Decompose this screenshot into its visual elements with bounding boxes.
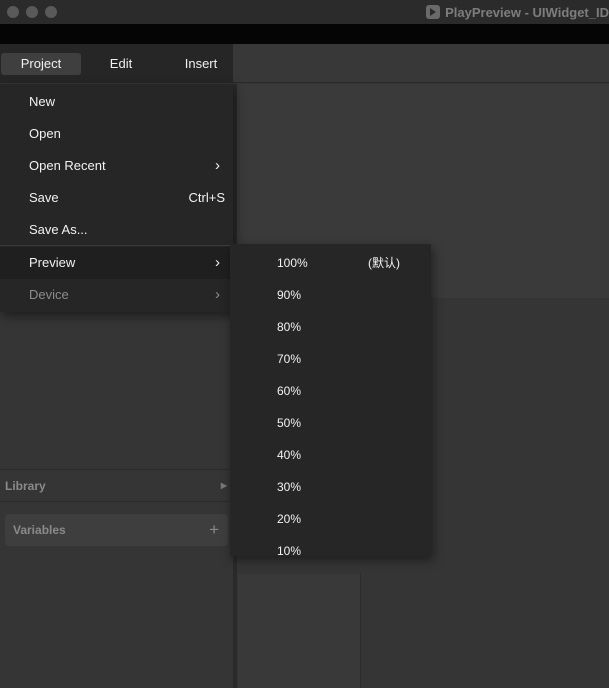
menu-bar: Project Edit Insert [0, 44, 233, 83]
project-menu: New Open Open Recent › Save Ctrl+S Save … [0, 84, 233, 312]
zoom-option-80[interactable]: 80% [230, 311, 431, 343]
chevron-right-icon: › [215, 286, 220, 303]
zoom-option-60[interactable]: 60% [230, 375, 431, 407]
zoom-option-label: 40% [277, 448, 302, 462]
menu-item-new[interactable]: New [0, 86, 233, 118]
zoom-option-40[interactable]: 40% [230, 439, 431, 471]
menu-item-label: New [29, 94, 56, 109]
window-title-text: PlayPreview - UIWidget_ID [445, 4, 609, 20]
zoom-option-label: 90% [277, 288, 302, 302]
menu-item-label: Open [29, 126, 61, 141]
chevron-right-icon: › [215, 157, 220, 174]
zoom-option-label: 10% [277, 544, 302, 556]
zoom-option-50[interactable]: 50% [230, 407, 431, 439]
zoom-option-100[interactable]: 100% (默认) [230, 247, 431, 279]
menu-insert[interactable]: Insert [166, 53, 236, 75]
zoom-option-label: 100% [277, 256, 308, 270]
save-shortcut: Ctrl+S [188, 190, 225, 205]
library-header[interactable]: Library ▶ [0, 469, 230, 502]
zoom-option-20[interactable]: 20% [230, 503, 431, 535]
menu-edit[interactable]: Edit [86, 53, 156, 75]
minimize-window-button[interactable] [26, 6, 38, 18]
add-variable-button[interactable]: + [209, 514, 219, 546]
zoom-window-button[interactable] [45, 6, 57, 18]
menu-item-preview[interactable]: Preview › [0, 247, 233, 279]
library-label: Library [5, 479, 46, 493]
menu-item-label: Open Recent [29, 158, 106, 173]
variables-label: Variables [13, 523, 66, 537]
menu-item-save-as[interactable]: Save As... [0, 214, 233, 246]
menu-item-open-recent[interactable]: Open Recent › [0, 150, 233, 182]
play-icon [426, 5, 441, 19]
window-title: PlayPreview - UIWidget_ID [426, 4, 609, 20]
bottom-right-pane [362, 555, 609, 688]
menu-separator [0, 245, 233, 246]
zoom-option-label: 60% [277, 384, 302, 398]
zoom-option-30[interactable]: 30% [230, 471, 431, 503]
menu-item-label: Preview [29, 255, 76, 270]
menu-item-device[interactable]: Device › [0, 279, 233, 311]
preview-submenu: 100% (默认) 90% 80% 70% 60% 50% 40% 30% 20… [230, 244, 431, 556]
zoom-option-90[interactable]: 90% [230, 279, 431, 311]
zoom-option-70[interactable]: 70% [230, 343, 431, 375]
menu-project[interactable]: Project [1, 53, 81, 75]
tab-bar-area [233, 44, 609, 83]
zoom-option-label: 20% [277, 512, 302, 526]
close-window-button[interactable] [7, 6, 19, 18]
zoom-option-label: 30% [277, 480, 302, 494]
menu-item-open[interactable]: Open [0, 118, 233, 150]
toolbar-strip [0, 24, 609, 44]
default-label: (默认) [368, 256, 400, 270]
menu-item-label: Device [29, 287, 69, 302]
variables-header[interactable]: Variables + [5, 514, 228, 546]
zoom-option-label: 50% [277, 416, 302, 430]
menu-item-save[interactable]: Save Ctrl+S [0, 182, 233, 214]
zoom-option-10[interactable]: 10% [230, 535, 431, 556]
title-bar: PlayPreview - UIWidget_ID [0, 0, 609, 24]
zoom-option-label: 80% [277, 320, 302, 334]
zoom-option-label: 70% [277, 352, 302, 366]
bottom-center-pane [238, 574, 361, 688]
chevron-right-icon: ▶ [220, 481, 227, 490]
menu-item-label: Save [29, 190, 59, 205]
chevron-right-icon: › [215, 254, 220, 271]
menu-item-label: Save As... [29, 222, 88, 237]
